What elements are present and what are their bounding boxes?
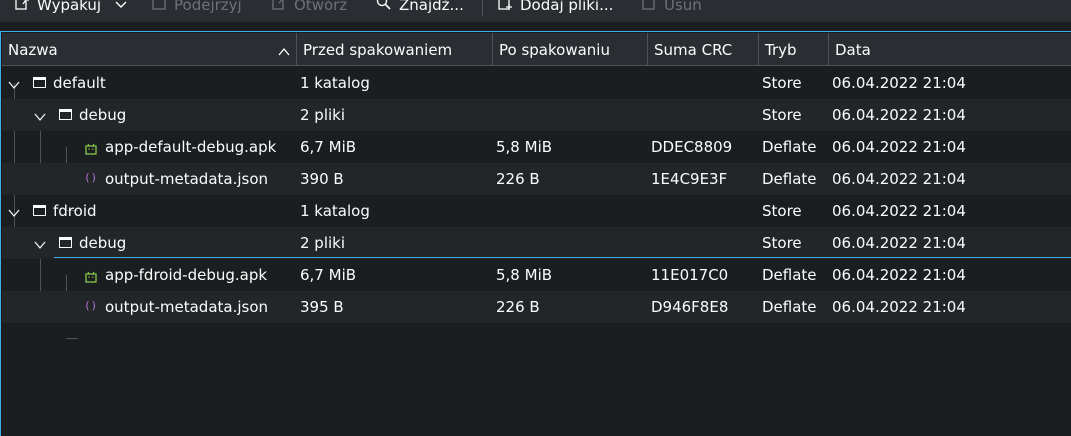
toolbar-separator (482, 0, 483, 16)
row-method: Deflate (762, 170, 817, 188)
column-header-date[interactable]: Data (829, 33, 1071, 66)
column-header-name[interactable]: Nazwa (2, 33, 297, 66)
row-packed: 226 B (496, 298, 540, 316)
find-label: Znajdź... (399, 0, 464, 14)
folder-icon (33, 77, 46, 88)
row-method: Store (762, 74, 802, 92)
add-file-icon (497, 0, 513, 15)
chevron-down-icon[interactable] (34, 237, 46, 249)
row-crc: 11E017C0 (651, 266, 729, 284)
column-header-size[interactable]: Przed spakowaniem (297, 33, 493, 66)
row-method: Deflate (762, 138, 817, 156)
row-method: Deflate (762, 266, 817, 284)
open-icon (271, 0, 287, 15)
chevron-down-icon[interactable] (34, 109, 46, 121)
preview-label: Podejrzyj (174, 0, 242, 14)
json-file-icon: () (84, 299, 98, 312)
tree-branch-line (66, 338, 78, 339)
delete-label: Usuń (664, 0, 702, 14)
focus-indicator (54, 257, 1071, 258)
row-crc: DDEC8809 (651, 138, 733, 156)
row-method: Deflate (762, 298, 817, 316)
tree-row[interactable]: default 1 katalog Store 06.04.2022 21:04 (2, 67, 1071, 99)
add-files-label: Dodaj pliki... (520, 0, 614, 14)
chevron-down-icon[interactable] (8, 205, 20, 217)
row-date: 06.04.2022 21:04 (832, 266, 966, 284)
row-date: 06.04.2022 21:04 (832, 234, 966, 252)
preview-icon (151, 0, 167, 15)
column-header-method[interactable]: Tryb (759, 33, 829, 66)
row-crc: D946F8E8 (651, 298, 729, 316)
delete-button[interactable]: Usuń (641, 0, 702, 16)
folder-icon (59, 237, 72, 248)
column-header: Nazwa Przed spakowaniem Po spakowaniu Su… (2, 33, 1071, 66)
column-header-name-label: Nazwa (8, 40, 58, 59)
row-packed: 226 B (496, 170, 540, 188)
column-header-crc[interactable]: Suma CRC (648, 33, 759, 66)
row-crc: 1E4C9E3F (651, 170, 728, 188)
archive-tree-view[interactable]: Nazwa Przed spakowaniem Po spakowaniu Su… (0, 31, 1071, 436)
tree-row[interactable]: debug 2 pliki Store 06.04.2022 21:04 (2, 99, 1071, 131)
row-name: fdroid (53, 202, 97, 220)
row-name: default (53, 74, 106, 92)
row-size: 6,7 MiB (300, 138, 357, 156)
row-size: 1 katalog (300, 74, 370, 92)
column-header-packed[interactable]: Po spakowaniu (493, 33, 648, 66)
row-name: output-metadata.json (105, 298, 269, 316)
tree-row[interactable]: fdroid 1 katalog Store 06.04.2022 21:04 (2, 195, 1071, 227)
android-package-icon (85, 269, 97, 283)
row-size: 390 B (300, 170, 344, 188)
chevron-down-icon[interactable] (115, 0, 127, 14)
row-name: debug (79, 106, 127, 124)
add-files-button[interactable]: Dodaj pliki... (497, 0, 613, 16)
row-date: 06.04.2022 21:04 (832, 74, 966, 92)
extract-label: Wypakuj (37, 0, 102, 14)
extract-icon (14, 0, 30, 15)
tree-row[interactable]: debug 2 pliki Store 06.04.2022 21:04 (2, 227, 1071, 259)
row-name: app-fdroid-debug.apk (105, 266, 268, 284)
extract-button[interactable]: Wypakuj (14, 0, 127, 16)
row-packed: 5,8 MiB (496, 138, 553, 156)
search-icon (376, 0, 392, 15)
tree-row[interactable]: app-fdroid-debug.apk 6,7 MiB 5,8 MiB 11E… (2, 259, 1071, 291)
tree-row[interactable]: () output-metadata.json 395 B 226 B D946… (2, 291, 1071, 323)
chevron-down-icon[interactable] (8, 77, 20, 89)
column-header-packed-label: Po spakowaniu (499, 40, 610, 59)
row-size: 6,7 MiB (300, 266, 357, 284)
toolbar: Wypakuj Podejrzyj Otwórz Znajdź... Dodaj… (0, 0, 1071, 22)
tree-row[interactable]: app-default-debug.apk 6,7 MiB 5,8 MiB DD… (2, 131, 1071, 163)
tree-row[interactable]: () output-metadata.json 390 B 226 B 1E4C… (2, 163, 1071, 195)
open-button[interactable]: Otwórz (271, 0, 347, 16)
open-label: Otwórz (294, 0, 348, 14)
json-file-icon: () (84, 171, 98, 184)
row-size: 1 katalog (300, 202, 370, 220)
delete-icon (641, 0, 657, 15)
row-date: 06.04.2022 21:04 (832, 170, 966, 188)
row-method: Store (762, 234, 802, 252)
row-size: 395 B (300, 298, 344, 316)
row-name: debug (79, 234, 127, 252)
folder-icon (33, 205, 46, 216)
find-button[interactable]: Znajdź... (376, 0, 464, 16)
row-date: 06.04.2022 21:04 (832, 202, 966, 220)
row-date: 06.04.2022 21:04 (832, 138, 966, 156)
row-packed: 5,8 MiB (496, 266, 553, 284)
row-size: 2 pliki (300, 234, 346, 252)
row-date: 06.04.2022 21:04 (832, 298, 966, 316)
column-header-size-label: Przed spakowaniem (303, 40, 453, 59)
preview-button[interactable]: Podejrzyj (151, 0, 242, 16)
android-package-icon (85, 141, 97, 155)
row-method: Store (762, 106, 802, 124)
column-header-crc-label: Suma CRC (654, 40, 733, 59)
folder-icon (59, 109, 72, 120)
row-size: 2 pliki (300, 106, 346, 124)
row-method: Store (762, 202, 802, 220)
row-name: app-default-debug.apk (105, 138, 277, 156)
row-date: 06.04.2022 21:04 (832, 106, 966, 124)
column-header-method-label: Tryb (765, 40, 797, 59)
column-header-date-label: Data (835, 40, 871, 59)
row-name: output-metadata.json (105, 170, 269, 188)
sort-ascending-icon (278, 43, 290, 56)
